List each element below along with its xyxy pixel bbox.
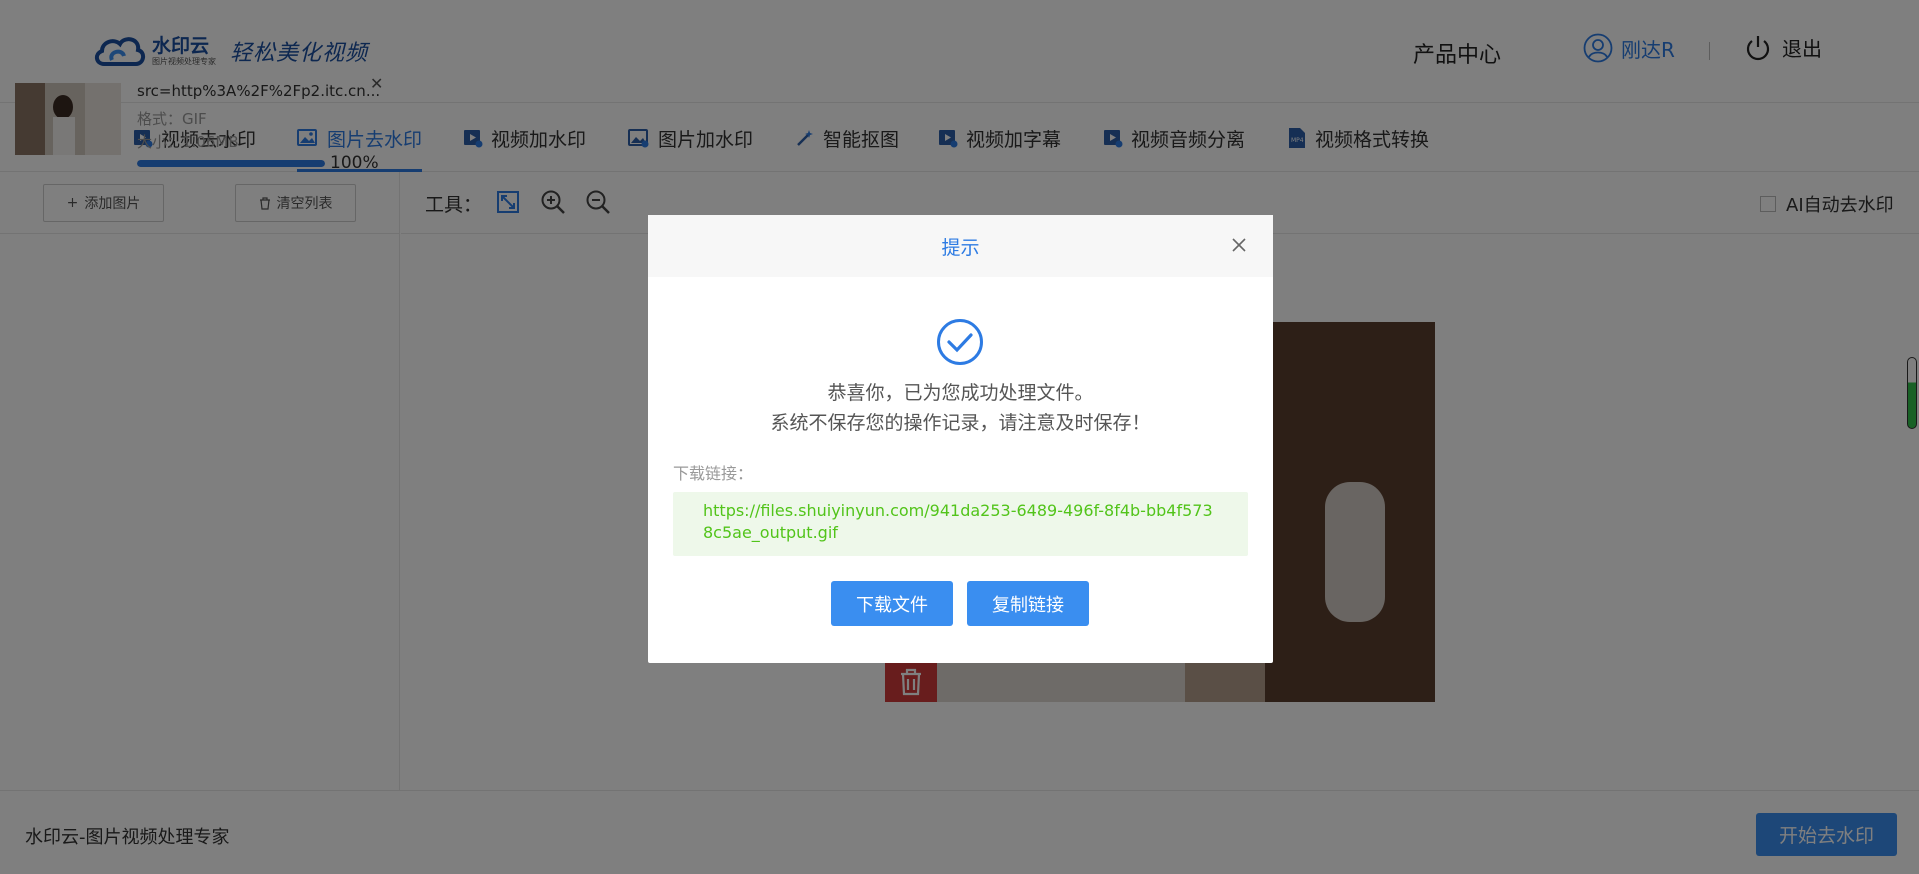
download-link[interactable]: https://files.shuiyinyun.com/941da253-64… [673,492,1248,556]
dialog-header: 提示 [648,215,1273,277]
success-dialog: 提示 恭喜你，已为您成功处理文件。 系统不保存您的操作记录，请注意及时保存！ 下… [648,215,1273,663]
check-circle-icon [937,319,983,365]
save-reminder: 系统不保存您的操作记录，请注意及时保存！ [770,412,1151,434]
close-icon[interactable] [1231,237,1247,253]
download-file-button[interactable]: 下载文件 [831,581,953,626]
download-link-label: 下载链接： [673,464,754,483]
dialog-title: 提示 [941,237,980,259]
success-message: 恭喜你，已为您成功处理文件。 [827,382,1094,404]
copy-link-button[interactable]: 复制链接 [967,581,1089,626]
